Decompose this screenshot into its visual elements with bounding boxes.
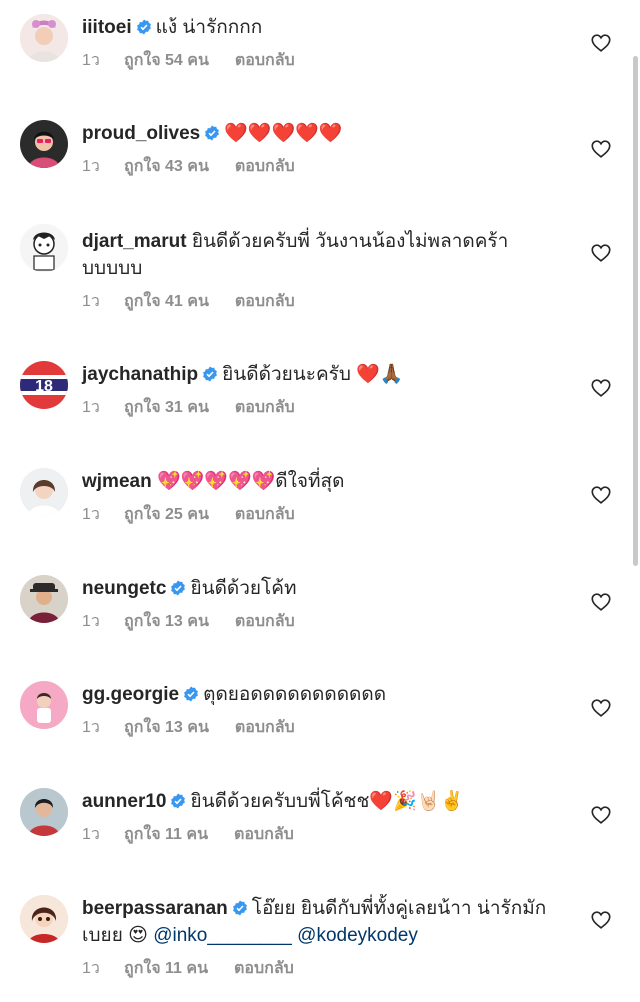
reply-button[interactable]: ตอบกลับ: [235, 157, 295, 177]
heart-outline-icon[interactable]: [590, 32, 612, 54]
heart-outline-icon[interactable]: [590, 591, 612, 613]
comment-time: 1ว: [82, 960, 100, 977]
reply-button[interactable]: ตอบกลับ: [235, 505, 295, 525]
comment-username[interactable]: aunner10: [82, 791, 166, 812]
avatar[interactable]: [20, 224, 68, 272]
comment-meta: 1ว ถูกใจ 31 คน ตอบกลับ: [82, 398, 562, 418]
avatar[interactable]: [20, 468, 68, 516]
comment-time: 1ว: [82, 52, 100, 69]
heart-outline-icon[interactable]: [590, 377, 612, 399]
verified-badge-icon: [183, 686, 199, 702]
comment-meta: 1ว ถูกใจ 43 คน ตอบกลับ: [82, 157, 562, 177]
comment-time: 1ว: [82, 826, 100, 843]
comment-text: ยินดีด้วยครับบพี่โค้ชช❤️🎉🤘🏻✌️: [190, 791, 464, 812]
comment-likes[interactable]: ถูกใจ 43 คน: [124, 157, 209, 177]
heart-outline-icon[interactable]: [590, 909, 612, 931]
comment-text: ยินดีด้วยนะครับ ❤️🙏🏾: [222, 364, 404, 385]
verified-badge-icon: [204, 125, 220, 141]
avatar[interactable]: [20, 788, 68, 836]
scrollbar[interactable]: [633, 56, 638, 566]
comment-meta: 1ว ถูกใจ 25 คน ตอบกลับ: [82, 505, 562, 525]
comment-likes[interactable]: ถูกใจ 11 คน: [124, 959, 208, 979]
comment-time: 1ว: [82, 158, 100, 175]
comment-username[interactable]: djart_marut: [82, 231, 187, 252]
avatar[interactable]: [20, 681, 68, 729]
comment-likes[interactable]: ถูกใจ 41 คน: [124, 292, 209, 312]
heart-outline-icon[interactable]: [590, 697, 612, 719]
verified-badge-icon: [170, 580, 186, 596]
comment-text: ❤️❤️❤️❤️❤️: [224, 123, 343, 144]
comment-text: แง้ น่ารักกกก: [155, 17, 263, 38]
verified-badge-icon: [170, 793, 186, 809]
reply-button[interactable]: ตอบกลับ: [234, 959, 294, 979]
mention-link[interactable]: @inko________: [153, 925, 292, 946]
comment-time: 1ว: [82, 293, 100, 310]
comment-time: 1ว: [82, 506, 100, 523]
comment-username[interactable]: beerpassaranan: [82, 898, 228, 919]
comment-likes[interactable]: ถูกใจ 13 คน: [124, 612, 209, 632]
comment-username[interactable]: proud_olives: [82, 123, 200, 144]
comment-meta: 1ว ถูกใจ 13 คน ตอบกลับ: [82, 612, 562, 632]
comment-likes[interactable]: ถูกใจ 11 คน: [124, 825, 208, 845]
reply-button[interactable]: ตอบกลับ: [235, 612, 295, 632]
heart-outline-icon[interactable]: [590, 804, 612, 826]
heart-outline-icon[interactable]: [590, 484, 612, 506]
comment-meta: 1ว ถูกใจ 54 คน ตอบกลับ: [82, 51, 562, 71]
reply-button[interactable]: ตอบกลับ: [235, 292, 295, 312]
avatar[interactable]: [20, 120, 68, 168]
verified-badge-icon: [232, 900, 248, 916]
heart-outline-icon[interactable]: [590, 242, 612, 264]
reply-button[interactable]: ตอบกลับ: [235, 398, 295, 418]
avatar[interactable]: 18: [20, 361, 68, 409]
comment-meta: 1ว ถูกใจ 41 คน ตอบกลับ: [82, 292, 562, 312]
comment-likes[interactable]: ถูกใจ 13 คน: [124, 718, 209, 738]
comment-text: 💖💖💖💖💖ดีใจที่สุด: [156, 471, 345, 492]
svg-text:18: 18: [35, 378, 53, 395]
verified-badge-icon: [136, 19, 152, 35]
comment-likes[interactable]: ถูกใจ 31 คน: [124, 398, 209, 418]
comment-meta: 1ว ถูกใจ 11 คน ตอบกลับ: [82, 825, 562, 845]
heart-outline-icon[interactable]: [590, 138, 612, 160]
comment-text: ตุดยอดดดดดดดดดดด: [203, 684, 387, 705]
comment-time: 1ว: [82, 613, 100, 630]
avatar[interactable]: [20, 575, 68, 623]
avatar[interactable]: [20, 895, 68, 943]
reply-button[interactable]: ตอบกลับ: [235, 718, 295, 738]
verified-badge-icon: [202, 366, 218, 382]
comment-meta: 1ว ถูกใจ 13 คน ตอบกลับ: [82, 718, 562, 738]
reply-button[interactable]: ตอบกลับ: [235, 51, 295, 71]
comment-username[interactable]: neungetc: [82, 578, 166, 599]
comment-username[interactable]: jaychanathip: [82, 364, 198, 385]
comment-meta: 1ว ถูกใจ 11 คน ตอบกลับ: [82, 959, 562, 979]
comment-time: 1ว: [82, 399, 100, 416]
comment-likes[interactable]: ถูกใจ 54 คน: [124, 51, 209, 71]
comment-likes[interactable]: ถูกใจ 25 คน: [124, 505, 209, 525]
reply-button[interactable]: ตอบกลับ: [234, 825, 294, 845]
avatar[interactable]: [20, 14, 68, 62]
comment-username[interactable]: gg.georgie: [82, 684, 179, 705]
mention-link[interactable]: @kodeykodey: [297, 925, 418, 946]
comment-username[interactable]: iiitoei: [82, 17, 132, 38]
comment-text: ยินดีด้วยโค้ท: [190, 578, 297, 599]
comment-username[interactable]: wjmean: [82, 471, 152, 492]
comment-time: 1ว: [82, 719, 100, 736]
